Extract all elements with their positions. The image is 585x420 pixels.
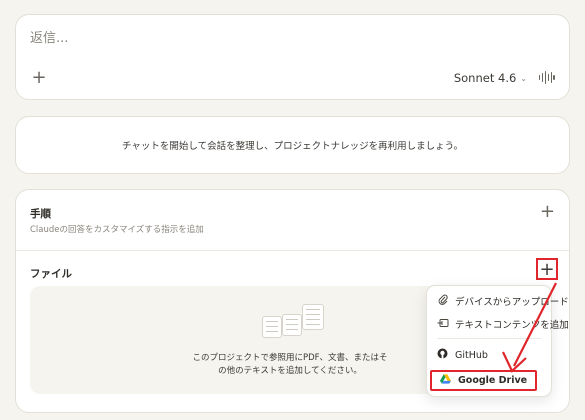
reply-composer: + Sonnet 4.6 ⌄	[15, 14, 570, 100]
chat-hint-text: チャットを開始して会話を整理し、プロジェクトナレッジを再利用しましょう。	[121, 141, 464, 152]
section-divider	[16, 250, 569, 251]
menu-item-label: デバイスからアップロード	[455, 297, 569, 308]
github-icon	[437, 348, 448, 362]
add-file-button[interactable]: +	[536, 258, 558, 280]
model-selector[interactable]: Sonnet 4.6 ⌄	[454, 71, 527, 85]
instructions-description: Claudeの回答をカスタマイズする指示を追加	[30, 225, 204, 235]
instructions-title: 手順	[30, 208, 51, 220]
menu-item-label: GitHub	[455, 349, 488, 361]
menu-item-add-text-content[interactable]: テキストコンテンツを追加	[437, 317, 569, 331]
text-content-icon	[437, 318, 449, 331]
dropzone-text: このプロジェクトで参照用にPDF、文書、またはそ の他のテキストを追加してくださ…	[192, 353, 388, 376]
menu-item-github[interactable]: GitHub	[437, 348, 488, 362]
reply-input[interactable]	[30, 31, 450, 46]
menu-item-label: Google Drive	[458, 375, 528, 386]
add-file-menu: デバイスからアップロード テキストコンテンツを追加 GitHub Google …	[426, 285, 569, 397]
add-attachment-button[interactable]: +	[28, 67, 50, 89]
menu-item-upload-from-device[interactable]: デバイスからアップロード	[437, 294, 569, 308]
menu-separator	[437, 338, 541, 339]
chevron-down-icon: ⌄	[520, 73, 527, 83]
menu-item-label: テキストコンテンツを追加	[455, 320, 569, 331]
file-dropzone[interactable]: このプロジェクトで参照用にPDF、文書、またはそ の他のテキストを追加してくださ…	[30, 286, 450, 394]
add-instructions-button[interactable]: +	[540, 202, 555, 222]
paperclip-icon	[437, 294, 448, 308]
documents-illustration-icon	[258, 302, 330, 344]
model-name: Sonnet 4.6	[453, 71, 517, 85]
google-drive-icon	[440, 374, 451, 387]
menu-item-google-drive[interactable]: Google Drive	[430, 370, 538, 391]
chat-hint-card: チャットを開始して会話を整理し、プロジェクトナレッジを再利用しましょう。	[15, 116, 570, 174]
files-title: ファイル	[30, 268, 72, 280]
voice-waveform-icon[interactable]	[539, 69, 557, 85]
